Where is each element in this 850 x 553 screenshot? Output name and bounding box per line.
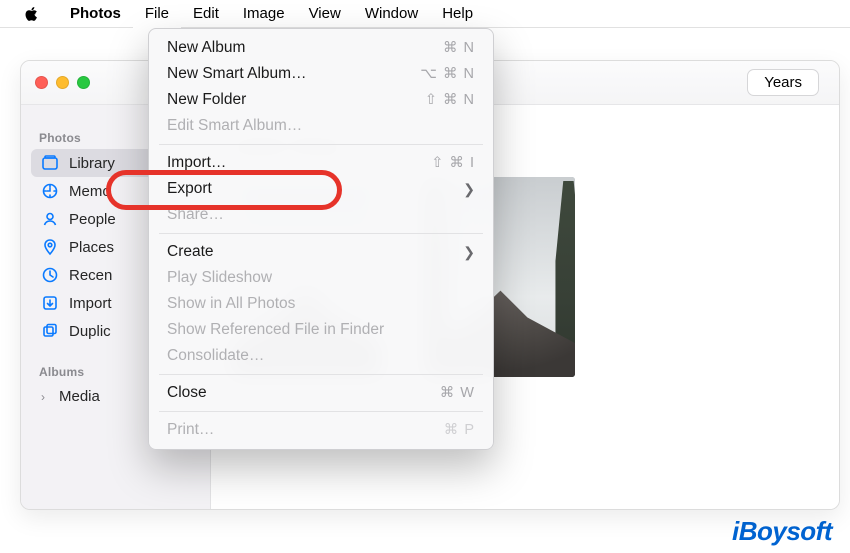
menu-item-shortcut: ⌘ W bbox=[440, 385, 475, 401]
places-icon bbox=[41, 238, 59, 256]
menu-item-new-folder[interactable]: New Folder ⇧ ⌘ N bbox=[149, 87, 493, 113]
close-window-button[interactable] bbox=[35, 76, 48, 89]
menu-item-shortcut: ⇧ ⌘ I bbox=[431, 155, 475, 171]
sidebar-item-label: Places bbox=[69, 239, 114, 256]
menu-item-label: Share… bbox=[167, 206, 224, 224]
menu-item-label: New Folder bbox=[167, 91, 246, 109]
menubar-app-name[interactable]: Photos bbox=[58, 0, 133, 28]
memories-icon bbox=[41, 182, 59, 200]
imports-icon bbox=[41, 294, 59, 312]
zoom-window-button[interactable] bbox=[77, 76, 90, 89]
sidebar-item-label: Media bbox=[59, 388, 100, 405]
menu-item-shortcut: ⌥ ⌘ N bbox=[420, 66, 475, 82]
watermark: iBoysoft bbox=[732, 516, 832, 547]
recents-icon bbox=[41, 266, 59, 284]
menubar: Photos File Edit Image View Window Help bbox=[0, 0, 850, 28]
menu-item-label: New Smart Album… bbox=[167, 65, 307, 83]
menu-item-consolidate: Consolidate… bbox=[149, 343, 493, 369]
menubar-item-view[interactable]: View bbox=[297, 0, 353, 28]
menu-item-show-in-all-photos: Show in All Photos bbox=[149, 291, 493, 317]
people-icon bbox=[41, 210, 59, 228]
sidebar-item-label: Import bbox=[69, 295, 112, 312]
menubar-item-file[interactable]: File bbox=[133, 0, 181, 28]
menubar-item-image[interactable]: Image bbox=[231, 0, 297, 28]
menu-item-label: Show in All Photos bbox=[167, 295, 295, 313]
menu-item-share: Share… bbox=[149, 202, 493, 228]
menu-item-shortcut: ⌘ P bbox=[444, 422, 475, 438]
menu-item-import[interactable]: Import… ⇧ ⌘ I bbox=[149, 150, 493, 176]
menu-item-shortcut: ⇧ ⌘ N bbox=[425, 92, 475, 108]
menu-item-label: New Album bbox=[167, 39, 245, 57]
chevron-right-icon: ❯ bbox=[463, 244, 475, 261]
menu-item-label: Export bbox=[167, 180, 212, 198]
menu-item-new-smart-album[interactable]: New Smart Album… ⌥ ⌘ N bbox=[149, 61, 493, 87]
menu-item-print: Print… ⌘ P bbox=[149, 417, 493, 443]
menu-separator bbox=[159, 411, 483, 412]
sidebar-item-label: Recen bbox=[69, 267, 112, 284]
menu-item-label: Close bbox=[167, 384, 207, 402]
apple-logo-icon[interactable] bbox=[24, 6, 40, 22]
menu-item-label: Consolidate… bbox=[167, 347, 264, 365]
menu-item-label: Play Slideshow bbox=[167, 269, 272, 287]
menu-separator bbox=[159, 374, 483, 375]
menu-separator bbox=[159, 144, 483, 145]
menubar-item-help[interactable]: Help bbox=[430, 0, 485, 28]
view-years-button[interactable]: Years bbox=[747, 69, 819, 96]
library-icon bbox=[41, 154, 59, 172]
menu-item-label: Import… bbox=[167, 154, 226, 172]
menu-item-label: Create bbox=[167, 243, 214, 261]
minimize-window-button[interactable] bbox=[56, 76, 69, 89]
window-controls bbox=[35, 76, 90, 89]
chevron-right-icon: › bbox=[41, 390, 45, 404]
menu-item-label: Show Referenced File in Finder bbox=[167, 321, 384, 339]
file-menu-dropdown: New Album ⌘ N New Smart Album… ⌥ ⌘ N New Fol… bbox=[148, 28, 494, 450]
menu-item-play-slideshow: Play Slideshow bbox=[149, 265, 493, 291]
menu-item-create[interactable]: Create ❯ bbox=[149, 239, 493, 265]
duplicates-icon bbox=[41, 322, 59, 340]
sidebar-item-label: Library bbox=[69, 155, 115, 172]
menu-item-export[interactable]: Export ❯ bbox=[149, 176, 493, 202]
sidebar-item-label: People bbox=[69, 211, 116, 228]
menu-item-label: Print… bbox=[167, 421, 214, 439]
menu-item-label: Edit Smart Album… bbox=[167, 117, 302, 135]
menu-item-shortcut: ⌘ N bbox=[443, 40, 475, 56]
menu-separator bbox=[159, 233, 483, 234]
menu-item-edit-smart-album: Edit Smart Album… bbox=[149, 113, 493, 139]
chevron-right-icon: ❯ bbox=[463, 181, 475, 198]
sidebar-item-label: Memo bbox=[69, 183, 111, 200]
menubar-item-edit[interactable]: Edit bbox=[181, 0, 231, 28]
menu-item-show-referenced-file-in-finder: Show Referenced File in Finder bbox=[149, 317, 493, 343]
menubar-item-window[interactable]: Window bbox=[353, 0, 430, 28]
menu-item-new-album[interactable]: New Album ⌘ N bbox=[149, 35, 493, 61]
menu-item-close[interactable]: Close ⌘ W bbox=[149, 380, 493, 406]
sidebar-item-label: Duplic bbox=[69, 323, 111, 340]
